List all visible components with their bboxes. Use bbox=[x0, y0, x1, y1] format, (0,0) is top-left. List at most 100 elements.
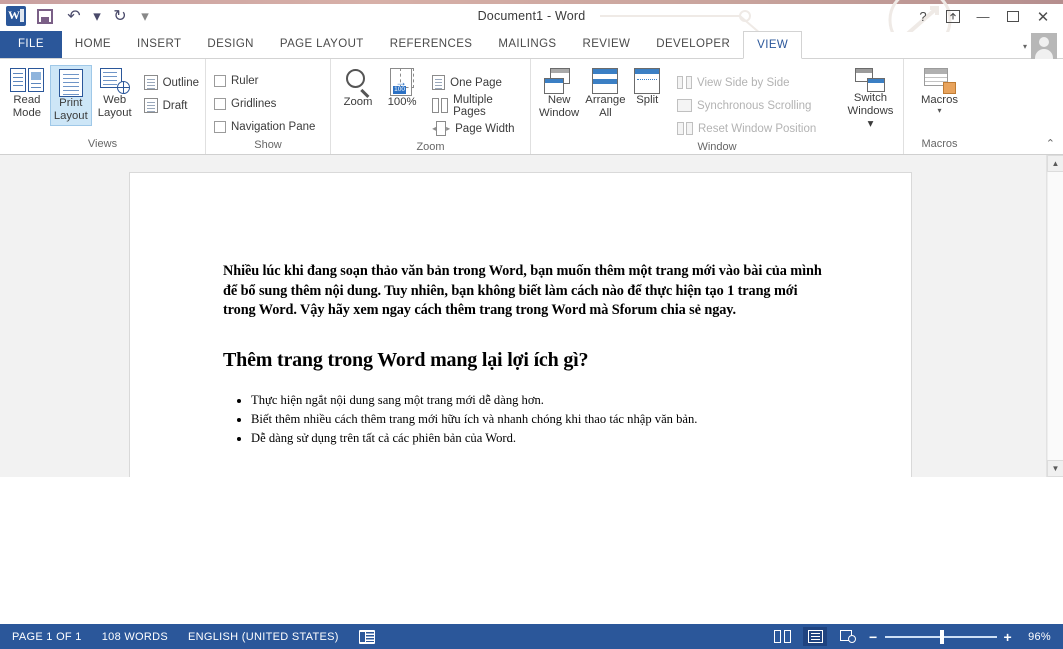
window-title: Document1 - Word bbox=[477, 9, 586, 23]
multiple-pages-label: Multiple Pages bbox=[453, 93, 493, 118]
print-layout-view-icon bbox=[807, 630, 823, 643]
language-indicator[interactable]: ENGLISH (UNITED STATES) bbox=[188, 631, 339, 643]
zoom-slider-thumb[interactable] bbox=[939, 629, 944, 644]
tab-mailings[interactable]: MAILINGS bbox=[485, 31, 569, 58]
ribbon-group-macros: Macros ▾ Macros bbox=[903, 59, 975, 154]
document-content[interactable]: Nhiều lúc khi đang soạn thảo văn bản tro… bbox=[223, 262, 823, 448]
macros-icon bbox=[923, 68, 956, 94]
status-right: − + 96% bbox=[770, 627, 1063, 646]
scrollbar-track[interactable] bbox=[1047, 172, 1063, 460]
list-item: Dễ dàng sử dụng trên tất cả các phiên bả… bbox=[251, 429, 823, 447]
one-page-button[interactable]: One Page bbox=[430, 71, 524, 94]
tab-references[interactable]: REFERENCES bbox=[377, 31, 486, 58]
zoom-level[interactable]: 96% bbox=[1021, 631, 1051, 643]
print-layout-label-2: Layout bbox=[53, 110, 88, 122]
draft-label: Draft bbox=[162, 99, 188, 112]
page-width-button[interactable]: ◂ ▸ Page Width bbox=[430, 117, 524, 140]
ribbon-group-views: Read Mode Print Layout Web Layout Outlin… bbox=[0, 59, 205, 154]
page-width-icon: ◂ ▸ bbox=[432, 121, 450, 136]
draft-button[interactable]: Draft bbox=[142, 94, 199, 117]
tab-view[interactable]: VIEW bbox=[743, 31, 803, 59]
multiple-pages-icon bbox=[432, 98, 449, 113]
read-mode-view-button[interactable] bbox=[770, 627, 794, 646]
print-layout-icon bbox=[58, 69, 83, 97]
read-mode-view-icon bbox=[773, 630, 791, 643]
ruler-checkbox[interactable] bbox=[214, 74, 226, 87]
view-side-by-side-button[interactable]: View Side by Side bbox=[675, 71, 838, 94]
reset-window-position-label: Reset Window Position bbox=[698, 122, 817, 135]
outline-button[interactable]: Outline bbox=[142, 71, 199, 94]
vertical-scrollbar[interactable]: ▲ ▼ bbox=[1046, 155, 1063, 477]
word-count[interactable]: 108 WORDS bbox=[102, 631, 168, 643]
gridlines-checkbox-row[interactable]: Gridlines bbox=[212, 92, 315, 115]
macros-caret-icon[interactable]: ▾ bbox=[937, 107, 941, 115]
zoom-100-button[interactable]: → 100 100% bbox=[381, 65, 423, 111]
page-indicator[interactable]: PAGE 1 OF 1 bbox=[12, 631, 82, 643]
ruler-checkbox-row[interactable]: Ruler bbox=[212, 69, 315, 92]
navigation-pane-checkbox[interactable] bbox=[214, 120, 226, 133]
views-group-label: Views bbox=[87, 138, 118, 150]
document-page[interactable]: Nhiều lúc khi đang soạn thảo văn bản tro… bbox=[129, 172, 912, 477]
tab-design[interactable]: DESIGN bbox=[194, 31, 267, 58]
tab-review[interactable]: REVIEW bbox=[570, 31, 644, 58]
zoom-button[interactable]: Zoom bbox=[337, 65, 379, 111]
multiple-pages-button[interactable]: Multiple Pages bbox=[430, 93, 524, 118]
window-controls: ? — ✕ bbox=[909, 6, 1057, 27]
minimize-button[interactable]: — bbox=[969, 6, 997, 27]
document-area: Nhiều lúc khi đang soạn thảo văn bản tro… bbox=[0, 155, 1063, 477]
proofing-status-icon[interactable] bbox=[358, 629, 375, 644]
account-area[interactable]: ▾ bbox=[1023, 33, 1057, 59]
navigation-pane-checkbox-row[interactable]: Navigation Pane bbox=[212, 115, 315, 138]
ribbon-group-window: New Window Arrange All Split View Side b… bbox=[530, 59, 903, 154]
arrange-all-label-1: Arrange bbox=[585, 94, 626, 106]
restore-button[interactable] bbox=[999, 6, 1027, 27]
scroll-up-button[interactable]: ▲ bbox=[1047, 155, 1063, 172]
tab-home[interactable]: HOME bbox=[62, 31, 124, 58]
tab-file[interactable]: FILE bbox=[0, 31, 62, 58]
ruler-label: Ruler bbox=[231, 74, 259, 87]
collapse-ribbon-icon[interactable]: ⌃ bbox=[1046, 137, 1055, 150]
arrange-all-button[interactable]: Arrange All bbox=[583, 65, 627, 122]
web-layout-button[interactable]: Web Layout bbox=[94, 65, 136, 122]
gridlines-checkbox[interactable] bbox=[214, 97, 226, 110]
zoom-in-button[interactable]: + bbox=[1004, 630, 1012, 644]
split-button[interactable]: Split bbox=[630, 65, 665, 109]
benefits-list: Thực hiện ngắt nội dung sang một trang m… bbox=[223, 391, 823, 447]
scroll-down-button[interactable]: ▼ bbox=[1047, 460, 1063, 477]
print-layout-button[interactable]: Print Layout bbox=[49, 65, 92, 126]
one-page-icon bbox=[432, 75, 446, 90]
switch-windows-icon bbox=[855, 68, 886, 92]
zoom-100-icon: → 100 bbox=[390, 68, 415, 96]
title-bar: ↶ ▾ ↻ ▾ Document1 - Word ? — ✕ bbox=[0, 0, 1063, 32]
tab-developer[interactable]: DEVELOPER bbox=[643, 31, 743, 58]
window-group-label: Window bbox=[697, 141, 737, 153]
macros-button[interactable]: Macros ▾ bbox=[911, 65, 969, 117]
tab-page-layout[interactable]: PAGE LAYOUT bbox=[267, 31, 377, 58]
close-button[interactable]: ✕ bbox=[1029, 6, 1057, 27]
zoom-out-button[interactable]: − bbox=[869, 630, 877, 644]
new-window-icon bbox=[544, 68, 574, 94]
arrange-all-icon bbox=[592, 68, 619, 94]
web-layout-view-button[interactable] bbox=[836, 627, 860, 646]
reset-window-position-button[interactable]: Reset Window Position bbox=[675, 117, 838, 140]
help-icon[interactable]: ? bbox=[909, 6, 937, 27]
read-mode-button[interactable]: Read Mode bbox=[6, 65, 48, 122]
ribbon-display-options-icon[interactable] bbox=[939, 6, 967, 27]
new-window-button[interactable]: New Window bbox=[537, 65, 581, 122]
zoom-group-label: Zoom bbox=[416, 141, 445, 153]
print-layout-view-button[interactable] bbox=[803, 627, 828, 646]
zoom-slider[interactable]: − + bbox=[869, 629, 1012, 644]
status-bar: PAGE 1 OF 1 108 WORDS ENGLISH (UNITED ST… bbox=[0, 624, 1063, 649]
read-mode-label-2: Mode bbox=[12, 107, 42, 119]
window-top-accent bbox=[0, 0, 1063, 4]
switch-windows-button[interactable]: Switch Windows ▾ bbox=[844, 65, 897, 133]
view-side-by-side-label: View Side by Side bbox=[697, 76, 790, 89]
avatar[interactable] bbox=[1031, 33, 1057, 59]
tab-insert[interactable]: INSERT bbox=[124, 31, 194, 58]
account-caret-icon[interactable]: ▾ bbox=[1023, 42, 1027, 51]
ribbon-group-show: Ruler Gridlines Navigation Pane Show bbox=[205, 59, 330, 154]
zoom-slider-track[interactable] bbox=[884, 629, 997, 644]
ribbon-tabs: FILE HOME INSERT DESIGN PAGE LAYOUT REFE… bbox=[0, 31, 1063, 59]
synchronous-scrolling-button[interactable]: Synchronous Scrolling bbox=[675, 94, 838, 117]
synchronous-scrolling-label: Synchronous Scrolling bbox=[697, 99, 812, 112]
